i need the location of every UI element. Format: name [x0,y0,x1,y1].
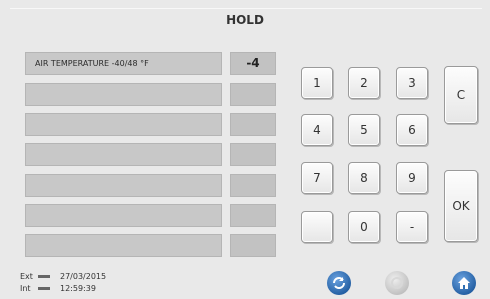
ext-label: Ext [20,272,33,281]
ext-status: Ext 27/03/2015 [20,272,106,281]
parameter-row-3[interactable] [25,113,222,136]
parameter-value-text: -4 [246,56,260,70]
parameter-value-4[interactable] [230,143,276,166]
refresh-icon[interactable] [327,271,351,295]
key-5-button[interactable]: 5 [348,114,380,146]
page-title: HOLD [226,13,264,27]
parameter-row-1[interactable]: AIR TEMPERATURE -40/48 °F [25,52,222,75]
parameter-row-5[interactable] [25,174,222,197]
parameter-value-7[interactable] [230,234,276,257]
parameter-value-1[interactable]: -4 [230,52,276,75]
hold-screen: HOLD AIR TEMPERATURE -40/48 °F -4 1 2 3 … [0,0,490,295]
key-9-button[interactable]: 9 [396,162,428,194]
disabled-icon [385,271,409,295]
parameter-row-7[interactable] [25,234,222,257]
int-label: Int [20,284,31,293]
ok-button[interactable]: OK [444,170,478,242]
parameter-value-3[interactable] [230,113,276,136]
key-blank-button[interactable] [301,211,333,243]
key-6-button[interactable]: 6 [396,114,428,146]
parameter-row-2[interactable] [25,83,222,106]
clear-button[interactable]: C [444,66,478,124]
parameter-value-5[interactable] [230,174,276,197]
key-3-button[interactable]: 3 [396,67,428,99]
int-indicator [38,287,50,290]
key-1-button[interactable]: 1 [301,67,333,99]
ext-date: 27/03/2015 [60,272,107,281]
parameter-value-6[interactable] [230,204,276,227]
key-4-button[interactable]: 4 [301,114,333,146]
home-icon[interactable] [452,271,476,295]
key-minus-button[interactable]: - [396,211,428,243]
int-status: Int 12:59:39 [20,284,96,293]
key-2-button[interactable]: 2 [348,67,380,99]
key-0-button[interactable]: 0 [348,211,380,243]
int-time: 12:59:39 [60,284,96,293]
parameter-row-6[interactable] [25,204,222,227]
key-7-button[interactable]: 7 [301,162,333,194]
parameter-row-4[interactable] [25,143,222,166]
key-8-button[interactable]: 8 [348,162,380,194]
header-divider [10,8,482,9]
parameter-label: AIR TEMPERATURE -40/48 °F [35,59,149,68]
ext-indicator [38,275,50,278]
parameter-value-2[interactable] [230,83,276,106]
